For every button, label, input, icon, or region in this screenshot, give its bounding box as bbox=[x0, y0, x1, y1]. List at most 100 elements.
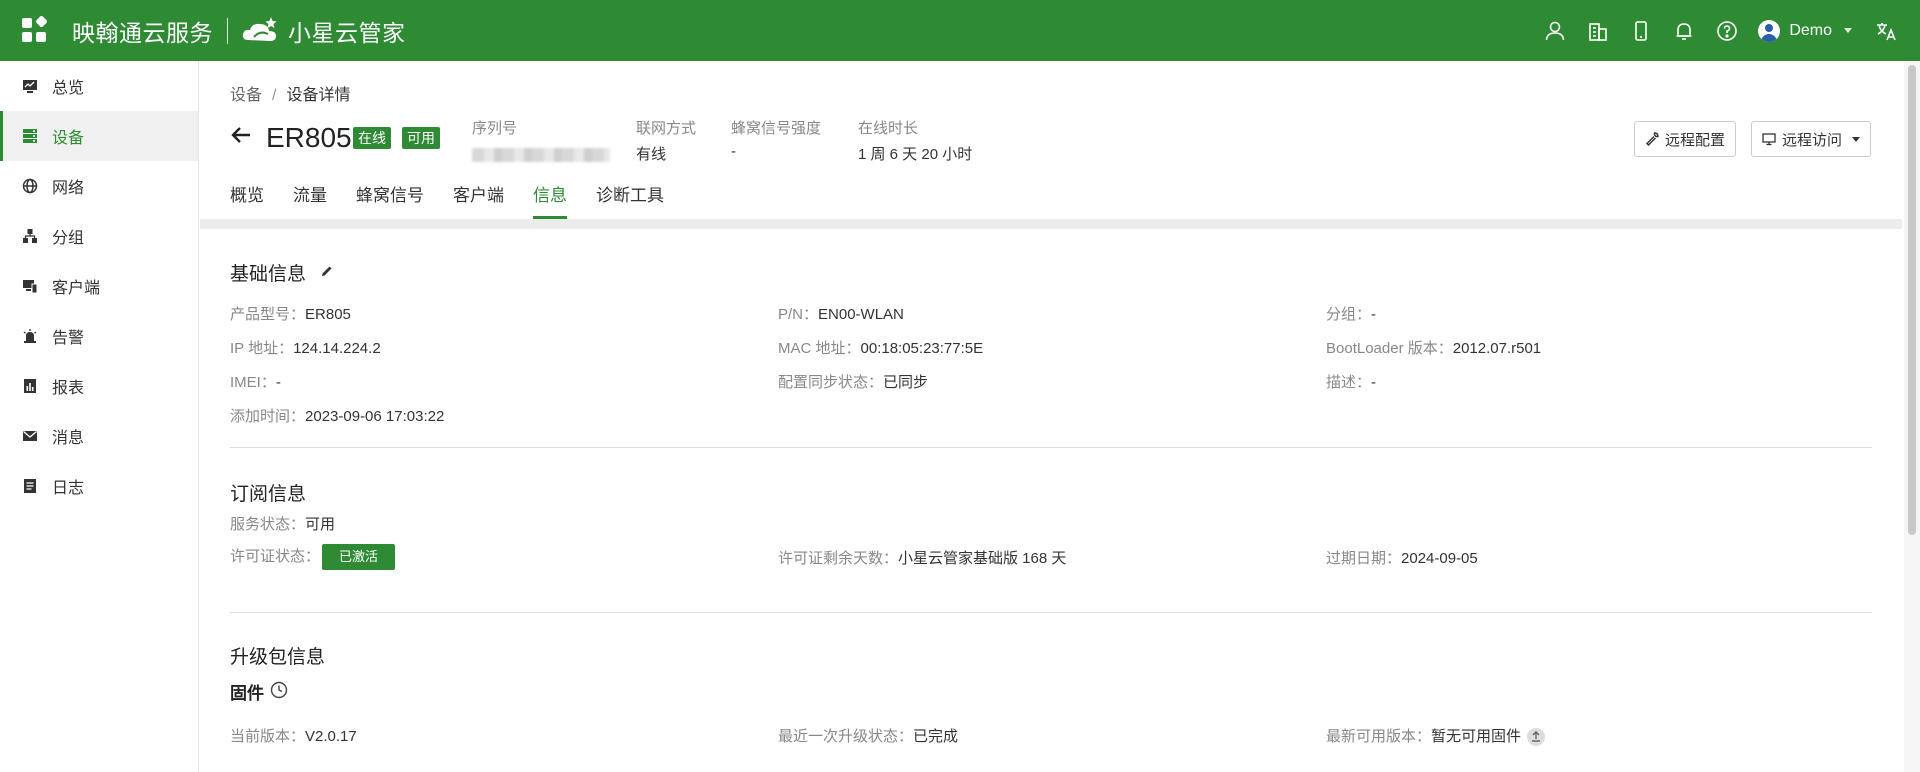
breadcrumb-devices[interactable]: 设备 bbox=[230, 87, 262, 104]
apps-grid-icon[interactable] bbox=[22, 14, 48, 44]
field-pn: P/N：EN00-WLAN bbox=[778, 303, 904, 324]
building-icon[interactable] bbox=[1586, 19, 1610, 43]
serial-meta: 序列号 bbox=[472, 117, 610, 162]
sidebar-item-devices[interactable]: 设备 bbox=[0, 111, 198, 161]
tab-diagnostics[interactable]: 诊断工具 bbox=[596, 181, 664, 219]
scrollbar[interactable] bbox=[1904, 61, 1920, 772]
breadcrumb: 设备 / 设备详情 bbox=[230, 81, 350, 105]
section-divider bbox=[230, 447, 1872, 448]
edit-icon[interactable] bbox=[320, 264, 334, 278]
sidebar-item-network[interactable]: 网络 bbox=[0, 161, 198, 211]
sidebar-item-messages[interactable]: 消息 bbox=[0, 411, 198, 461]
basic-info-title: 基础信息 bbox=[230, 264, 307, 285]
sidebar-item-groups[interactable]: 分组 bbox=[0, 211, 198, 261]
field-value: - bbox=[1371, 374, 1377, 391]
uptime-meta: 在线时长 1 周 6 天 20 小时 bbox=[858, 117, 972, 164]
field-group: 分组：- bbox=[1326, 303, 1376, 324]
tab-overview[interactable]: 概览 bbox=[230, 181, 264, 219]
monitor-icon bbox=[1762, 133, 1776, 146]
network-label: 联网方式 bbox=[636, 120, 697, 137]
wrench-icon bbox=[1646, 132, 1659, 146]
tab-cellular[interactable]: 蜂窝信号 bbox=[356, 181, 424, 219]
field-ip: IP 地址：124.14.224.2 bbox=[230, 337, 381, 358]
mobile-icon[interactable] bbox=[1629, 19, 1653, 43]
field-mac: MAC 地址：00:18:05:23:77:5E bbox=[778, 337, 983, 358]
field-label: MAC 地址： bbox=[778, 340, 861, 357]
signal-label: 蜂窝信号强度 bbox=[731, 120, 822, 137]
tab-clients[interactable]: 客户端 bbox=[453, 181, 504, 219]
field-imei: IMEI：- bbox=[230, 371, 281, 392]
field-value: 可用 bbox=[305, 516, 336, 533]
section-divider bbox=[230, 612, 1872, 613]
field-value: ER805 bbox=[305, 306, 351, 323]
field-service-status: 服务状态：可用 bbox=[230, 513, 335, 534]
sidebar-item-clients[interactable]: 客户端 bbox=[0, 261, 198, 311]
translate-icon[interactable] bbox=[1874, 19, 1898, 43]
field-value: V2.0.17 bbox=[305, 728, 357, 745]
user-icon[interactable] bbox=[1543, 19, 1567, 43]
field-label: 配置同步状态： bbox=[778, 374, 884, 391]
globe-icon bbox=[22, 178, 38, 194]
chevron-down-icon[interactable] bbox=[1844, 28, 1852, 33]
help-icon[interactable] bbox=[1715, 19, 1739, 43]
user-name[interactable]: Demo bbox=[1789, 22, 1832, 40]
field-label: 许可证剩余天数： bbox=[778, 550, 899, 567]
field-value: - bbox=[275, 374, 281, 391]
brand-divider bbox=[227, 17, 228, 44]
device-icon bbox=[22, 128, 38, 144]
field-model: 产品型号：ER805 bbox=[230, 303, 351, 324]
sidebar-item-label: 分组 bbox=[52, 230, 85, 247]
sidebar-item-overview[interactable]: 总览 bbox=[0, 61, 198, 111]
main-content: 设备 / 设备详情 ER805 在线 可用 序列号 联网方式 有线 蜂窝信号强度 -… bbox=[200, 61, 1902, 772]
field-value: 2024-09-05 bbox=[1401, 550, 1478, 567]
field-added-time: 添加时间：2023-09-06 17:03:22 bbox=[230, 405, 444, 426]
device-name: ER805 bbox=[266, 122, 352, 153]
uptime-value: 1 周 6 天 20 小时 bbox=[858, 146, 973, 163]
remote-config-button[interactable]: 远程配置 bbox=[1634, 121, 1737, 157]
scrollbar-thumb[interactable] bbox=[1908, 65, 1916, 535]
upload-icon[interactable] bbox=[1527, 728, 1546, 747]
detail-tabs: 概览 流量 蜂窝信号 客户端 信息 诊断工具 bbox=[230, 181, 693, 219]
mail-icon bbox=[22, 428, 38, 444]
tab-traffic[interactable]: 流量 bbox=[293, 181, 327, 219]
field-label: 当前版本： bbox=[230, 728, 306, 745]
subscription-title: 订阅信息 bbox=[230, 484, 307, 505]
product-name[interactable]: 小星云管家 bbox=[288, 14, 406, 48]
sidebar-item-label: 客户端 bbox=[52, 280, 101, 297]
field-label: 描述： bbox=[1326, 374, 1372, 391]
field-label: 过期日期： bbox=[1326, 550, 1402, 567]
brand-name[interactable]: 映翰通云服务 bbox=[72, 14, 213, 48]
field-bootloader: BootLoader 版本：2012.07.r501 bbox=[1326, 337, 1541, 358]
tab-info[interactable]: 信息 bbox=[533, 181, 567, 219]
sidebar-item-reports[interactable]: 报表 bbox=[0, 361, 198, 411]
field-label: 最近一次升级状态： bbox=[778, 728, 914, 745]
bell-icon[interactable] bbox=[1672, 19, 1696, 43]
top-bar-actions: Demo bbox=[1543, 0, 1920, 61]
serial-label: 序列号 bbox=[472, 120, 518, 137]
sidebar-item-logs[interactable]: 日志 bbox=[0, 461, 198, 511]
status-badge-available: 可用 bbox=[402, 127, 440, 149]
field-value: 00:18:05:23:77:5E bbox=[860, 340, 984, 357]
user-menu[interactable]: Demo bbox=[1758, 19, 1852, 42]
report-icon bbox=[22, 378, 38, 394]
field-value: 已完成 bbox=[913, 728, 959, 745]
field-label: IMEI： bbox=[230, 374, 276, 391]
field-label: P/N： bbox=[778, 306, 819, 323]
field-value: 暂无可用固件 bbox=[1431, 728, 1522, 745]
dashboard-icon bbox=[22, 78, 38, 94]
sidebar-item-alarms[interactable]: 告警 bbox=[0, 311, 198, 361]
back-arrow-icon[interactable] bbox=[230, 126, 252, 144]
remote-config-label: 远程配置 bbox=[1665, 131, 1726, 149]
sidebar-item-label: 消息 bbox=[52, 430, 85, 447]
remote-access-button[interactable]: 远程访问 bbox=[1751, 121, 1872, 157]
field-value: 2023-09-06 17:03:22 bbox=[305, 408, 445, 425]
log-icon bbox=[22, 478, 38, 494]
group-icon bbox=[22, 228, 38, 244]
upgrade-title: 升级包信息 bbox=[230, 647, 326, 668]
avatar[interactable] bbox=[1758, 19, 1781, 42]
sidebar-item-label: 告警 bbox=[52, 330, 85, 347]
field-value: 小星云管家基础版 168 天 bbox=[898, 550, 1067, 567]
breadcrumb-separator: / bbox=[272, 87, 277, 104]
chevron-down-icon bbox=[1852, 136, 1861, 142]
clock-icon[interactable] bbox=[270, 681, 288, 699]
